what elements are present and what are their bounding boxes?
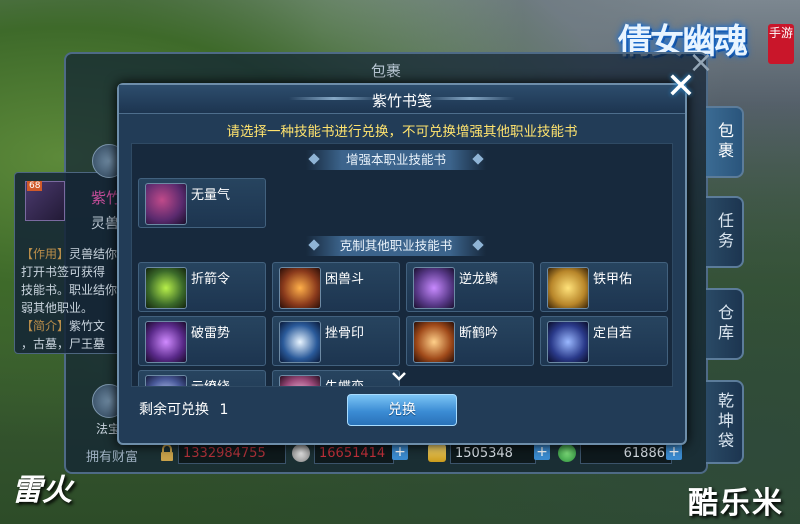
skill-book-item[interactable]: 挫骨印 (272, 316, 400, 366)
desc-text-2: 紫竹文 (69, 319, 106, 333)
remaining-count: 1 (219, 402, 229, 418)
currency-jade: 61886 (580, 444, 672, 464)
tab-warehouse[interactable]: 仓库 (706, 288, 744, 360)
desc-line-6: ，古墓，尸王墓 (21, 337, 106, 351)
skull-icon (279, 321, 321, 363)
skill-book-name: 定自若 (593, 326, 633, 341)
skill-book-item[interactable]: 云缭绕 (138, 370, 266, 386)
desc-line-3: 技能书。职业结你 (21, 283, 118, 297)
skill-book-name: 逆龙鳞 (459, 272, 499, 287)
add-jade-button[interactable]: + (666, 444, 682, 460)
wuliangqi-icon (145, 183, 187, 225)
vortex-icon (547, 321, 589, 363)
watermark-logo: 酷乐米 (688, 486, 784, 521)
currency-silver: 16651414 (314, 444, 394, 464)
skill-book-item[interactable]: 失蝶恋 (272, 370, 400, 386)
game-logo-seal: 手游 (768, 24, 794, 64)
skill-book-item[interactable]: 断鹤吟 (406, 316, 534, 366)
add-silver-button[interactable]: + (392, 444, 408, 460)
dragon-scale-icon (413, 267, 455, 309)
remaining-label: 剩余可兑换 (139, 402, 209, 418)
dialog-notice: 请选择一种技能书进行兑换，不可兑换增强其他职业技能书 (226, 124, 578, 140)
desc-label-usage: 【作用】 (21, 247, 70, 261)
currency-ingot: 1505348 (450, 444, 536, 464)
dialog-close-icon[interactable]: ✕ (664, 69, 698, 105)
scroll-down-icon[interactable] (392, 370, 406, 384)
wealth-label: 拥有财富 (86, 450, 139, 465)
dialog-title: 紫竹书笺 (371, 92, 432, 110)
skill-book-name: 铁甲佑 (593, 272, 633, 287)
tab-qiankun-bag[interactable]: 乾坤袋 (706, 380, 744, 464)
coin-icon (292, 444, 310, 462)
skill-book-item[interactable]: 无量气 (138, 178, 266, 228)
skill-book-name: 无量气 (191, 188, 231, 203)
arrow-break-icon (145, 267, 187, 309)
exchange-button[interactable]: 兑换 (347, 394, 457, 426)
cloud-icon (145, 375, 187, 386)
desc-label-intro: 【简介】 (21, 319, 70, 333)
tab-tasks[interactable]: 任务 (706, 196, 744, 268)
skill-book-item[interactable]: 折箭令 (138, 262, 266, 312)
ingot-icon (428, 444, 446, 462)
publisher-logo: 雷火 (12, 473, 72, 508)
desc-line-4: 弱其他职业。 (21, 301, 94, 315)
remaining-exchanges: 剩余可兑换 1 (139, 399, 228, 419)
skill-book-name: 失蝶恋 (325, 376, 364, 386)
skill-book-name: 折箭令 (191, 272, 231, 287)
skill-book-list[interactable]: 增强本职业技能书 无量气 克制其他职业技能书 折箭令 困兽斗 逆龙鳞 铁甲佑 破… (131, 143, 673, 387)
skill-book-name: 云缭绕 (191, 376, 230, 386)
item-description: 【作用】灵兽结你 打开书签可获得 技能书。职业结你 弱其他职业。 【简介】紫竹文… (21, 245, 117, 353)
skill-book-name: 破雷势 (191, 326, 231, 341)
tab-bag[interactable]: 包裹 (706, 106, 744, 178)
iron-shield-icon (547, 267, 589, 309)
skill-book-exchange-dialog: 紫竹书笺 请选择一种技能书进行兑换，不可兑换增强其他职业技能书 增强本职业技能书… (117, 83, 687, 445)
skill-book-item[interactable]: 困兽斗 (272, 262, 400, 312)
skill-book-item[interactable]: 定自若 (540, 316, 668, 366)
skill-book-item[interactable]: 铁甲佑 (540, 262, 668, 312)
jade-icon (558, 444, 576, 462)
bag-title: 包裹 (370, 62, 401, 80)
lock-icon (158, 444, 176, 462)
skill-book-item[interactable]: 逆龙鳞 (406, 262, 534, 312)
add-ingot-button[interactable]: + (534, 444, 550, 460)
skill-book-item[interactable]: 破雷势 (138, 316, 266, 366)
item-detail-card: 68 紫竹 灵兽 【作用】灵兽结你 打开书签可获得 技能书。职业结你 弱其他职业… (14, 172, 126, 354)
thunder-icon (145, 321, 187, 363)
skill-book-name: 困兽斗 (325, 272, 365, 287)
desc-line-2: 打开书签可获得 (21, 265, 106, 279)
butterfly-icon (279, 375, 321, 386)
desc-text-1: 灵兽结你 (69, 247, 118, 261)
crane-icon (413, 321, 455, 363)
item-level-badge: 68 (27, 181, 43, 191)
wealth-bar: 拥有财富 1332984755 16651414 + 1505348 + 618… (86, 442, 686, 466)
dialog-header: 紫竹书笺 (119, 85, 685, 114)
section-own-class: 增强本职业技能书 (306, 150, 486, 170)
beast-fight-icon (279, 267, 321, 309)
currency-bound-silver: 1332984755 (178, 444, 286, 464)
section-other-class: 克制其他职业技能书 (306, 236, 486, 256)
skill-book-name: 断鹤吟 (459, 326, 499, 341)
skill-book-name: 挫骨印 (325, 326, 365, 341)
item-sub: 灵兽 (91, 216, 119, 232)
